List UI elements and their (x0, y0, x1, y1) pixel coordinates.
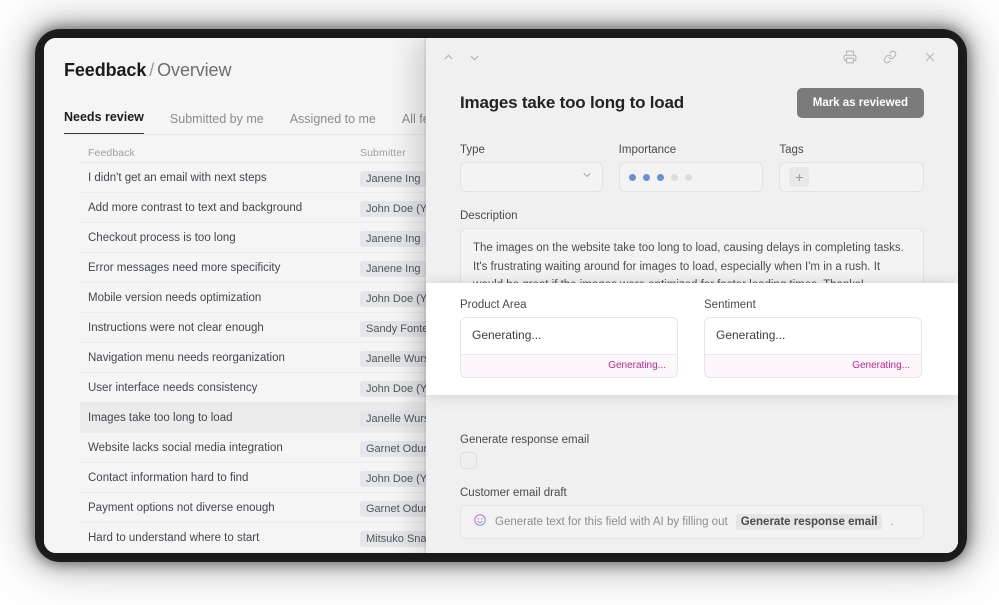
field-type-label: Type (460, 144, 485, 156)
breadcrumb-section[interactable]: Feedback (64, 60, 146, 80)
detail-title: Images take too long to load (460, 93, 684, 112)
cell-feedback: Hard to understand where to start (88, 531, 260, 544)
field-generate-response-email: Generate response email (460, 434, 924, 469)
cell-feedback: Payment options not diverse enough (88, 501, 275, 514)
type-select[interactable] (460, 162, 603, 192)
field-description-label: Description (460, 210, 518, 222)
detail-title-row: Images take too long to load Mark as rev… (460, 88, 924, 118)
chevron-down-icon[interactable] (464, 47, 484, 67)
product-area-status: Generating... (461, 354, 677, 377)
cell-feedback: I didn't get an email with next steps (88, 171, 267, 184)
importance-dot-1[interactable] (628, 173, 636, 181)
sentiment-value: Generating... (716, 328, 786, 342)
field-sentiment: Sentiment Generating... Generating... (704, 299, 922, 395)
submitter-chip: Janene Ing (360, 260, 427, 277)
field-customer-email-draft: Customer email draft Generate text for t… (460, 487, 924, 539)
field-product-area: Product Area Generating... Generating... (460, 299, 678, 395)
ai-sparkle-icon (473, 513, 487, 530)
field-tags-label: Tags (779, 144, 804, 156)
breadcrumb-current: Overview (157, 60, 232, 80)
detail-action-group (840, 47, 940, 67)
generate-response-email-checkbox[interactable] (460, 451, 477, 469)
cell-feedback: Instructions were not clear enough (88, 321, 264, 334)
field-sentiment-label: Sentiment (704, 299, 756, 311)
chevron-up-icon[interactable] (438, 47, 458, 67)
screen: Feedback / Overview Needs review Submitted… (0, 0, 999, 605)
detail-nav-group (438, 47, 484, 67)
close-icon[interactable] (920, 47, 940, 67)
tab-assigned-to-me[interactable]: Assigned to me (290, 112, 376, 135)
chevron-down-icon (581, 168, 593, 186)
detail-fields-row: Type Importance Tags + (460, 144, 924, 192)
ai-hint-prefix: Generate text for this field with AI by … (495, 515, 728, 528)
plus-icon[interactable]: + (789, 167, 810, 187)
breadcrumb-separator: / (149, 60, 155, 80)
field-importance-label: Importance (618, 144, 677, 156)
field-importance: Importance (618, 144, 764, 192)
column-header-feedback[interactable]: Feedback (80, 147, 360, 159)
field-tags: Tags + (779, 144, 924, 192)
submitter-chip: Janene Ing (360, 170, 427, 187)
importance-dot-4[interactable] (670, 173, 678, 181)
submitter-chip: Janene Ing (360, 230, 427, 247)
printer-icon[interactable] (840, 47, 860, 67)
cell-feedback: Navigation menu needs reorganization (88, 351, 285, 364)
mark-as-reviewed-button[interactable]: Mark as reviewed (796, 88, 924, 118)
importance-dots (628, 173, 692, 181)
ai-hint-suffix: . (890, 515, 894, 528)
field-product-area-label: Product Area (460, 299, 527, 311)
cell-feedback: Checkout process is too long (88, 231, 236, 244)
importance-dot-3[interactable] (656, 173, 664, 181)
product-area-value: Generating... (472, 328, 542, 342)
cell-feedback: Mobile version needs optimization (88, 291, 262, 304)
product-area-card[interactable]: Generating... Generating... (460, 317, 678, 378)
sentiment-card[interactable]: Generating... Generating... (704, 317, 922, 378)
sentiment-status: Generating... (705, 354, 921, 377)
cell-feedback: Contact information hard to find (88, 471, 249, 484)
field-customer-email-draft-label: Customer email draft (460, 486, 567, 499)
ai-hint-chip[interactable]: Generate response email (735, 513, 883, 530)
link-icon[interactable] (880, 47, 900, 67)
cell-feedback: Add more contrast to text and background (88, 201, 303, 214)
field-generate-response-email-label: Generate response email (460, 433, 590, 446)
tab-submitted-by-me[interactable]: Submitted by me (170, 112, 264, 135)
customer-email-draft-field[interactable]: Generate text for this field with AI by … (460, 504, 924, 539)
detail-toolbar (426, 38, 958, 76)
importance-dot-2[interactable] (642, 173, 650, 181)
tags-input[interactable]: + (779, 162, 924, 192)
importance-dot-5[interactable] (684, 173, 692, 181)
cell-feedback: Website lacks social media integration (88, 441, 283, 454)
ai-generating-overlay: Product Area Generating... Generating...… (426, 283, 958, 395)
cell-feedback: User interface needs consistency (88, 381, 258, 394)
cell-feedback: Images take too long to load (88, 411, 233, 424)
field-type: Type (460, 144, 603, 192)
importance-rating[interactable] (618, 162, 764, 192)
cell-feedback: Error messages need more specificity (88, 261, 281, 274)
tab-needs-review[interactable]: Needs review (64, 110, 144, 135)
app-window: Feedback / Overview Needs review Submitted… (44, 38, 958, 553)
